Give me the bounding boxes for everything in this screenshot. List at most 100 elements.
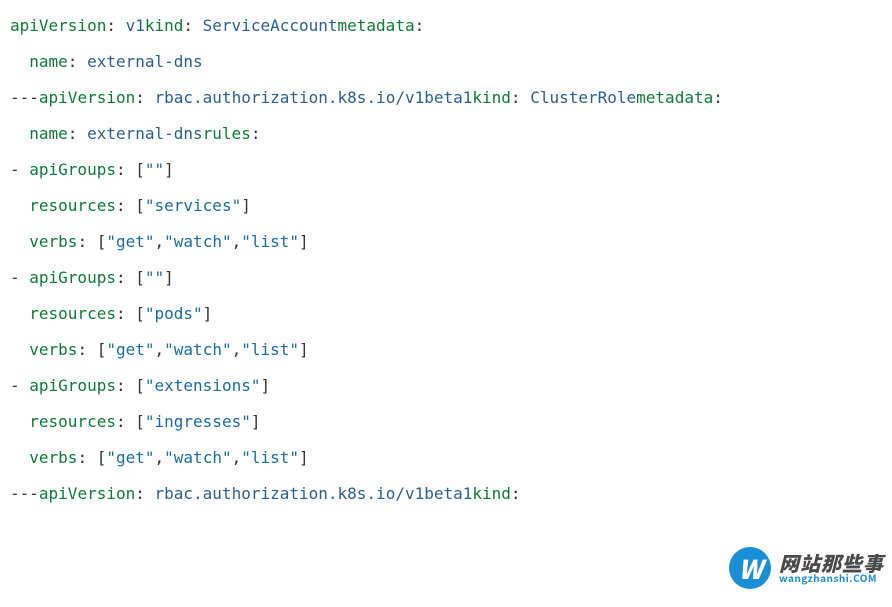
colon: :: [511, 88, 530, 107]
code-line: - apiGroups: ["extensions"]: [10, 376, 270, 395]
yaml-key: kind: [145, 16, 184, 35]
bracket: [: [135, 376, 145, 395]
watermark-text: 网站那些事 wangzhanshi.COM: [779, 553, 884, 583]
bracket: [: [97, 232, 107, 251]
code-line: ---apiVersion: rbac.authorization.k8s.io…: [10, 484, 521, 503]
code-line: - apiGroups: [""]: [10, 160, 174, 179]
code-line: verbs: ["get","watch","list"]: [10, 232, 309, 251]
bracket: [: [135, 412, 145, 431]
bracket: ]: [299, 340, 309, 359]
yaml-string: "list": [241, 232, 299, 251]
yaml-string: "": [145, 268, 164, 287]
yaml-string: "list": [241, 448, 299, 467]
colon: :: [415, 16, 425, 35]
code-line: apiVersion: v1kind: ServiceAccountmetada…: [10, 16, 424, 35]
yaml-string: "watch": [164, 448, 231, 467]
colon: :: [77, 448, 96, 467]
bracket: [: [135, 160, 145, 179]
yaml-key: metadata: [636, 88, 713, 107]
yaml-value: external-dns: [87, 52, 203, 71]
yaml-string: "watch": [164, 340, 231, 359]
comma: ,: [232, 232, 242, 251]
colon: :: [135, 484, 154, 503]
bracket: ]: [164, 160, 174, 179]
yaml-string: "watch": [164, 232, 231, 251]
yaml-string: "pods": [145, 304, 203, 323]
bracket: [: [135, 268, 145, 287]
yaml-key: apiGroups: [29, 268, 116, 287]
code-line: verbs: ["get","watch","list"]: [10, 448, 309, 467]
yaml-value: ServiceAccount: [203, 16, 338, 35]
list-dash: -: [10, 160, 29, 179]
list-dash: -: [10, 268, 29, 287]
colon: :: [135, 88, 154, 107]
code-line: resources: ["services"]: [10, 196, 251, 215]
watermark: W 网站那些事 wangzhanshi.COM: [729, 547, 884, 589]
bracket: ]: [299, 232, 309, 251]
yaml-key: metadata: [338, 16, 415, 35]
bracket: ]: [241, 196, 251, 215]
doc-separator: ---: [10, 484, 39, 503]
code-line: resources: ["pods"]: [10, 304, 212, 323]
colon: :: [77, 232, 96, 251]
yaml-value: rbac.authorization.k8s.io/v1beta1: [155, 484, 473, 503]
yaml-key: apiGroups: [29, 160, 116, 179]
bracket: ]: [260, 376, 270, 395]
yaml-value: v1: [126, 16, 145, 35]
doc-separator: ---: [10, 88, 39, 107]
yaml-key: resources: [29, 304, 116, 323]
bracket: [: [135, 196, 145, 215]
code-line: - apiGroups: [""]: [10, 268, 174, 287]
yaml-key: apiVersion: [10, 16, 106, 35]
colon: :: [106, 16, 125, 35]
yaml-key: apiVersion: [39, 484, 135, 503]
code-line: verbs: ["get","watch","list"]: [10, 340, 309, 359]
colon: :: [116, 268, 135, 287]
yaml-string: "get": [106, 448, 154, 467]
colon: :: [183, 16, 202, 35]
yaml-key: name: [29, 124, 68, 143]
watermark-domain-en: wangzhanshi.COM: [779, 573, 884, 583]
bracket: [: [135, 304, 145, 323]
yaml-key: name: [29, 52, 68, 71]
colon: :: [251, 124, 261, 143]
code-line: ---apiVersion: rbac.authorization.k8s.io…: [10, 88, 723, 107]
yaml-key: apiGroups: [29, 376, 116, 395]
yaml-value: ClusterRole: [530, 88, 636, 107]
code-line: name: external-dnsrules:: [10, 124, 260, 143]
watermark-badge-icon: W: [729, 547, 771, 589]
code-line: resources: ["ingresses"]: [10, 412, 260, 431]
yaml-string: "list": [241, 340, 299, 359]
yaml-key: apiVersion: [39, 88, 135, 107]
bracket: ]: [164, 268, 174, 287]
yaml-string: "services": [145, 196, 241, 215]
bracket: [: [97, 448, 107, 467]
colon: :: [713, 88, 723, 107]
yaml-key: verbs: [29, 340, 77, 359]
bracket: ]: [299, 448, 309, 467]
comma: ,: [232, 448, 242, 467]
yaml-string: "ingresses": [145, 412, 251, 431]
yaml-key: kind: [472, 484, 511, 503]
bracket: ]: [251, 412, 261, 431]
watermark-badge-letter: W: [738, 550, 761, 587]
yaml-key: resources: [29, 412, 116, 431]
yaml-value: external-dns: [87, 124, 203, 143]
colon: :: [68, 52, 87, 71]
code-line: name: external-dns: [10, 52, 203, 71]
yaml-string: "get": [106, 340, 154, 359]
yaml-string: "get": [106, 232, 154, 251]
yaml-key: resources: [29, 196, 116, 215]
colon: :: [77, 340, 96, 359]
yaml-key: verbs: [29, 448, 77, 467]
yaml-key: kind: [472, 88, 511, 107]
yaml-string: "extensions": [145, 376, 261, 395]
yaml-key: rules: [203, 124, 251, 143]
yaml-code-block: apiVersion: v1kind: ServiceAccountmetada…: [0, 0, 892, 520]
yaml-key: verbs: [29, 232, 77, 251]
colon: :: [68, 124, 87, 143]
comma: ,: [155, 232, 165, 251]
colon: :: [511, 484, 521, 503]
comma: ,: [232, 340, 242, 359]
colon: :: [116, 304, 135, 323]
